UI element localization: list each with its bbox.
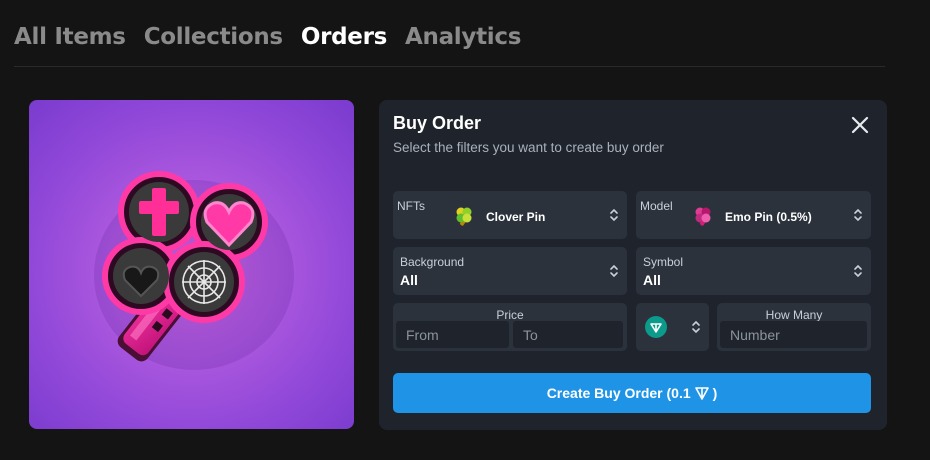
emo-pin-thumbnail-icon [692, 205, 714, 227]
tabs-divider [14, 66, 885, 67]
background-label: Background [400, 255, 465, 269]
nfts-select[interactable]: NFTs Clover Pin [393, 191, 627, 239]
create-buy-order-button[interactable]: Create Buy Order (0.1 ) [393, 373, 871, 413]
currency-select[interactable] [636, 303, 709, 351]
panel-title: Buy Order [393, 113, 482, 133]
model-value: Emo Pin (0.5%) [725, 210, 812, 224]
how-many-group: How Many [717, 303, 871, 351]
price-range-group: Price [393, 303, 627, 351]
tab-analytics[interactable]: Analytics [405, 24, 521, 50]
panel-subtitle: Select the filters you want to create bu… [393, 140, 664, 155]
chevron-up-down-icon [610, 208, 618, 222]
model-label: Model [640, 199, 673, 213]
chevron-up-down-icon [854, 264, 862, 278]
symbol-select[interactable]: Symbol All [636, 247, 871, 295]
model-select[interactable]: Model Emo Pin (0.5%) [636, 191, 871, 239]
ton-icon [645, 316, 667, 338]
price-label: Price [496, 308, 524, 322]
category-tabs: All Items Collections Orders Analytics [14, 24, 521, 50]
tab-orders[interactable]: Orders [301, 24, 388, 50]
background-select[interactable]: Background All [393, 247, 627, 295]
how-many-input[interactable] [720, 321, 867, 348]
ton-icon [694, 387, 709, 400]
chevron-up-down-icon [610, 264, 618, 278]
tab-collections[interactable]: Collections [144, 24, 283, 50]
chevron-up-down-icon [692, 320, 700, 334]
clover-pin-thumbnail-icon [453, 205, 475, 227]
symbol-label: Symbol [643, 255, 684, 269]
tab-all-items[interactable]: All Items [14, 24, 126, 50]
create-button-suffix: ) [712, 385, 718, 401]
clover-pin-illustration [94, 171, 294, 370]
nfts-value: Clover Pin [486, 210, 546, 224]
price-from-input[interactable] [396, 321, 509, 348]
symbol-value: All [643, 272, 661, 288]
background-value: All [400, 272, 418, 288]
price-to-input[interactable] [513, 321, 623, 348]
create-button-label: Create Buy Order (0.1 [546, 385, 691, 401]
how-many-label: How Many [765, 308, 823, 322]
buy-order-panel: Buy Order Select the filters you want to… [379, 100, 887, 430]
nft-preview-image [29, 100, 354, 429]
close-icon[interactable] [849, 114, 871, 136]
chevron-up-down-icon [854, 208, 862, 222]
nfts-label: NFTs [397, 199, 425, 213]
